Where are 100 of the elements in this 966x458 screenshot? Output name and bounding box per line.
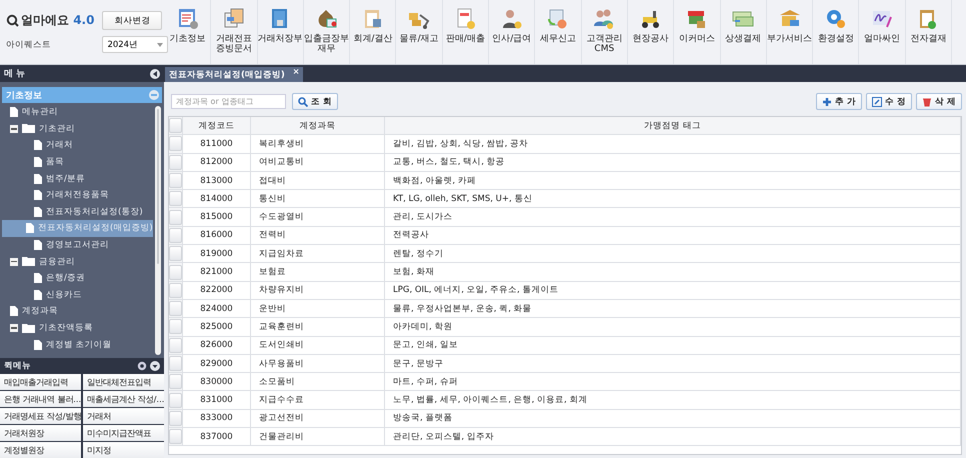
row-checkbox[interactable]: [169, 246, 182, 262]
toolbar-button[interactable]: 물류/재고: [396, 0, 443, 64]
page-icon: [34, 240, 42, 250]
row-checkbox[interactable]: [169, 410, 182, 426]
collapse-toggle[interactable]: [10, 258, 18, 266]
menu-tree-item[interactable]: 기초잔액등록: [10, 320, 153, 336]
search-button[interactable]: 조 회: [292, 93, 338, 110]
quick-menu-button[interactable]: 미수미지급잔액표: [83, 425, 164, 441]
close-icon[interactable]: ×: [292, 67, 300, 76]
row-checkbox[interactable]: [169, 374, 182, 390]
menu-tree-item[interactable]: 금융관리: [10, 253, 153, 270]
menu-tree-item[interactable]: 신용카드: [10, 286, 153, 304]
quick-menu-button[interactable]: 미지정: [83, 442, 164, 458]
edit-button[interactable]: 수 정: [866, 93, 912, 110]
quick-menu-button[interactable]: 거래명세표 작성/발행: [0, 408, 81, 424]
menu-tree-item[interactable]: 거래처전용품목: [10, 186, 153, 204]
toolbar-button[interactable]: 세무신고: [535, 0, 582, 64]
toolbar-button[interactable]: 판매/매출: [442, 0, 490, 64]
select-all-checkbox[interactable]: [169, 118, 182, 134]
toolbar-button[interactable]: 얼마싸인: [859, 0, 906, 64]
collapse-sidebar-icon[interactable]: [150, 68, 160, 78]
table-cell: 824000: [183, 300, 251, 318]
quick-menu-button[interactable]: 거래처: [83, 408, 164, 424]
collapse-toggle[interactable]: [10, 324, 18, 332]
table-cell: 837000: [183, 428, 251, 446]
menu-tree-item[interactable]: 계정과목: [10, 303, 153, 320]
add-button[interactable]: 추 가: [816, 93, 862, 110]
page-icon: [34, 190, 42, 200]
year-select[interactable]: 2024년: [102, 36, 168, 53]
toolbar-button[interactable]: 상생결제: [720, 0, 767, 64]
toolbar-button[interactable]: 거래처장부: [258, 0, 304, 64]
toolbar-button[interactable]: 기초정보: [165, 0, 212, 64]
page-icon: [10, 306, 18, 316]
search-logo-icon: [6, 14, 19, 27]
collapse-toggle[interactable]: [10, 124, 18, 133]
settings-icon[interactable]: [137, 360, 147, 370]
table-cell: 관리단, 오피스텔, 입주자: [385, 428, 961, 446]
toolbar-button[interactable]: 전자결재: [906, 0, 952, 64]
menu-tree-item[interactable]: 은행/증권: [10, 270, 153, 287]
quick-menu-button[interactable]: 거래처원장: [0, 425, 81, 441]
row-checkbox[interactable]: [169, 301, 182, 316]
scrollbar[interactable]: [154, 106, 161, 355]
table-cell: 도서인쇄비: [251, 336, 385, 355]
row-checkbox[interactable]: [169, 264, 182, 280]
toolbar-button[interactable]: 인사/급여: [489, 0, 536, 64]
column-header[interactable]: 계정코드: [183, 117, 251, 136]
column-header[interactable]: 계정과목: [251, 117, 385, 136]
row-checkbox[interactable]: [169, 210, 182, 225]
table-cell: 보험, 화재: [385, 263, 961, 282]
row-checkbox[interactable]: [169, 282, 182, 298]
page-icon: [10, 107, 18, 118]
menu-tree-item[interactable]: 경영보고서관리: [10, 236, 153, 254]
table-cell: 운반비: [251, 300, 385, 318]
menu-tree-item[interactable]: 계정별 초기이월: [10, 336, 153, 353]
toolbar-button[interactable]: 현장공사: [628, 0, 674, 64]
change-company-button[interactable]: 회사변경: [102, 11, 162, 30]
table-cell: 차량유지비: [251, 282, 385, 300]
row-checkbox[interactable]: [169, 173, 182, 188]
row-checkbox[interactable]: [169, 429, 182, 444]
menu-tree-item[interactable]: 거래처: [10, 137, 153, 154]
collapse-icon[interactable]: [149, 90, 159, 100]
column-header[interactable]: 가맹점명 태그: [385, 117, 961, 136]
table-cell: 821000: [183, 263, 251, 282]
quick-menu-button[interactable]: 계정별원장: [0, 442, 81, 458]
row-checkbox[interactable]: [169, 392, 182, 408]
pencil-icon: [872, 96, 882, 106]
quick-menu-button[interactable]: 매출세금계산 작성/...: [83, 391, 164, 407]
row-checkbox[interactable]: [169, 191, 182, 206]
quick-menu-button[interactable]: 매입매출거래입력: [0, 374, 81, 390]
menu-tree-item[interactable]: 기초관리: [10, 120, 153, 138]
row-checkbox[interactable]: [169, 356, 182, 371]
document-tab[interactable]: 전표자동처리설정(매입증빙) ×: [165, 67, 304, 82]
row-checkbox[interactable]: [169, 319, 182, 334]
toolbar-button[interactable]: 고객관리 CMS: [582, 0, 628, 64]
quick-menu-button[interactable]: 은행 거래내역 불러...: [0, 391, 81, 407]
toolbar-button[interactable]: 부가서비스: [766, 0, 814, 64]
toolbar-button[interactable]: 환경설정: [813, 0, 860, 64]
delete-button[interactable]: 삭 제: [916, 93, 962, 110]
row-checkbox[interactable]: [169, 154, 182, 170]
quick-menu-button[interactable]: 일반대체전표입력: [83, 374, 164, 390]
row-checkbox[interactable]: [169, 228, 182, 243]
row-checkbox[interactable]: [169, 338, 182, 353]
app-logo: 얼마에요 4.0: [21, 12, 94, 29]
menu-tree-item[interactable]: 범주/분류: [10, 170, 153, 187]
table-cell: 830000: [183, 373, 251, 392]
toolbar-button[interactable]: 이커머스: [674, 0, 721, 64]
table-cell: 교통, 버스, 철도, 택시, 항공: [385, 154, 961, 172]
row-checkbox[interactable]: [169, 136, 182, 152]
toolbar-button[interactable]: 회계/결산: [350, 0, 396, 64]
search-field[interactable]: 계정과목 or 업종태그: [171, 94, 286, 109]
menu-tree-item[interactable]: 품목: [10, 154, 153, 170]
table-cell: 방송국, 플랫폼: [385, 410, 961, 428]
dropdown-icon[interactable]: [150, 360, 160, 370]
table-cell: 접대비: [251, 172, 385, 190]
toolbar-button[interactable]: 입출금장부 재무: [304, 0, 350, 64]
page-icon: [34, 290, 42, 300]
menu-tree-item[interactable]: 전표자동처리설정(통장): [10, 204, 153, 220]
table-cell: 물류, 우정사업본부, 운송, 퀵, 화물: [385, 300, 961, 318]
toolbar-button[interactable]: 거래전표 증빙문서: [211, 0, 258, 64]
menu-tree-item[interactable]: 메뉴관리: [10, 104, 153, 121]
